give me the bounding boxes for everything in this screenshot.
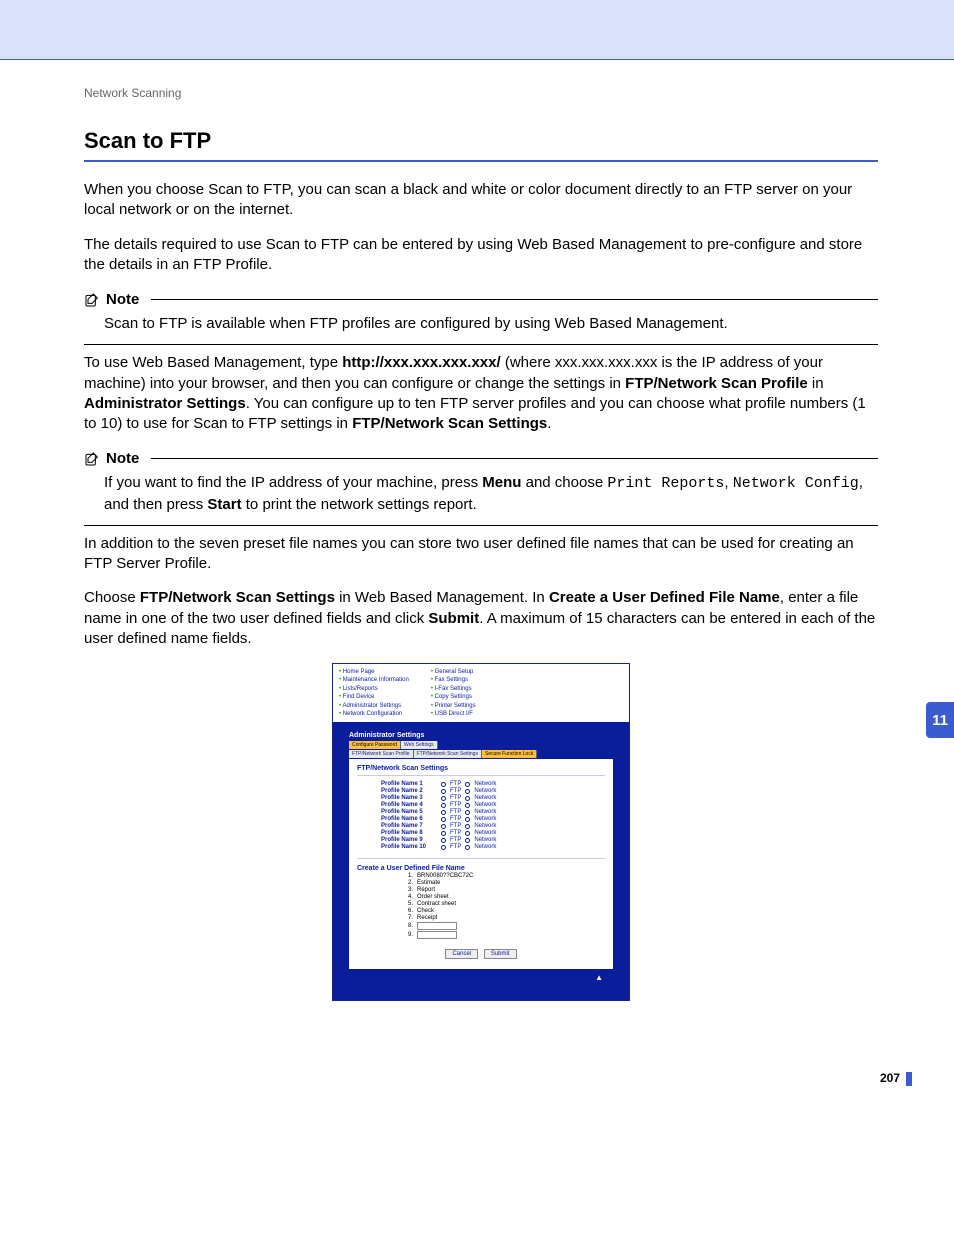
radio-network[interactable] <box>465 789 470 794</box>
note-block: Note If you want to find the IP address … <box>84 450 878 526</box>
nav-left: Home PageMaintenance InformationLists/Re… <box>339 668 409 718</box>
profile-row: Profile Name 8FTPNetwork <box>381 830 605 836</box>
filename-row: 8. <box>405 922 605 930</box>
radio-ftp[interactable] <box>441 782 446 787</box>
radio-ftp[interactable] <box>441 838 446 843</box>
title-rule <box>84 160 878 162</box>
filename-row: 3.Report <box>405 887 605 893</box>
filename-input[interactable] <box>417 922 457 930</box>
filename-row: 2.Estimate <box>405 880 605 886</box>
paragraph: In addition to the seven preset file nam… <box>84 534 878 575</box>
note-label: Note <box>106 450 139 467</box>
radio-ftp[interactable] <box>441 831 446 836</box>
note-icon <box>84 292 100 308</box>
nav-right: General SetupFax SettingsI-Fax SettingsC… <box>431 668 476 718</box>
profile-row: Profile Name 1FTPNetwork <box>381 781 605 787</box>
radio-network[interactable] <box>465 838 470 843</box>
filename-row: 7.Receipt <box>405 915 605 921</box>
radio-ftp[interactable] <box>441 810 446 815</box>
paragraph: Choose FTP/Network Scan Settings in Web … <box>84 588 878 649</box>
radio-ftp[interactable] <box>441 796 446 801</box>
note-label: Note <box>106 291 139 308</box>
chapter-tab: 11 <box>926 702 954 738</box>
profile-row: Profile Name 10FTPNetwork <box>381 844 605 850</box>
radio-ftp[interactable] <box>441 845 446 850</box>
header-band <box>0 0 954 60</box>
profile-row: Profile Name 4FTPNetwork <box>381 802 605 808</box>
panel-heading: Create a User Defined File Name <box>357 858 605 872</box>
scroll-top-icon: ▲ <box>349 969 613 984</box>
admin-title: Administrator Settings <box>349 732 613 739</box>
tab-bar: FTP/Network Scan ProfileFTP/Network Scan… <box>349 750 613 758</box>
profile-row: Profile Name 5FTPNetwork <box>381 809 605 815</box>
radio-network[interactable] <box>465 810 470 815</box>
filename-row: 1.BRN0080??CBC72C <box>405 873 605 879</box>
radio-ftp[interactable] <box>441 824 446 829</box>
radio-ftp[interactable] <box>441 803 446 808</box>
submit-button[interactable]: Submit <box>484 949 517 959</box>
paragraph: When you choose Scan to FTP, you can sca… <box>84 180 878 221</box>
radio-network[interactable] <box>465 845 470 850</box>
radio-network[interactable] <box>465 782 470 787</box>
note-body: If you want to find the IP address of yo… <box>104 473 878 515</box>
note-body: Scan to FTP is available when FTP profil… <box>104 314 878 334</box>
radio-network[interactable] <box>465 817 470 822</box>
profile-row: Profile Name 7FTPNetwork <box>381 823 605 829</box>
profile-row: Profile Name 2FTPNetwork <box>381 788 605 794</box>
paragraph: The details required to use Scan to FTP … <box>84 235 878 276</box>
filename-row: 5.Contract sheet <box>405 901 605 907</box>
page-footer: 207 <box>0 1057 954 1100</box>
radio-network[interactable] <box>465 796 470 801</box>
breadcrumb: Network Scanning <box>84 86 878 100</box>
filename-input[interactable] <box>417 931 457 939</box>
filename-row: 6.Check <box>405 908 605 914</box>
radio-ftp[interactable] <box>441 789 446 794</box>
page-title: Scan to FTP <box>84 128 878 154</box>
profile-row: Profile Name 9FTPNetwork <box>381 837 605 843</box>
radio-network[interactable] <box>465 803 470 808</box>
profile-row: Profile Name 6FTPNetwork <box>381 816 605 822</box>
cancel-button[interactable]: Cancel <box>445 949 478 959</box>
note-block: Note Scan to FTP is available when FTP p… <box>84 291 878 345</box>
panel-heading: FTP/Network Scan Settings <box>357 765 605 776</box>
embedded-screenshot: Home PageMaintenance InformationLists/Re… <box>332 663 630 1001</box>
filename-row: 4.Order sheet <box>405 894 605 900</box>
tab-bar: Configure PasswordWeb Settings <box>349 741 613 749</box>
radio-network[interactable] <box>465 824 470 829</box>
paragraph: To use Web Based Management, type http:/… <box>84 353 878 434</box>
filename-row: 9. <box>405 931 605 939</box>
radio-ftp[interactable] <box>441 817 446 822</box>
radio-network[interactable] <box>465 831 470 836</box>
profile-row: Profile Name 3FTPNetwork <box>381 795 605 801</box>
note-icon <box>84 451 100 467</box>
